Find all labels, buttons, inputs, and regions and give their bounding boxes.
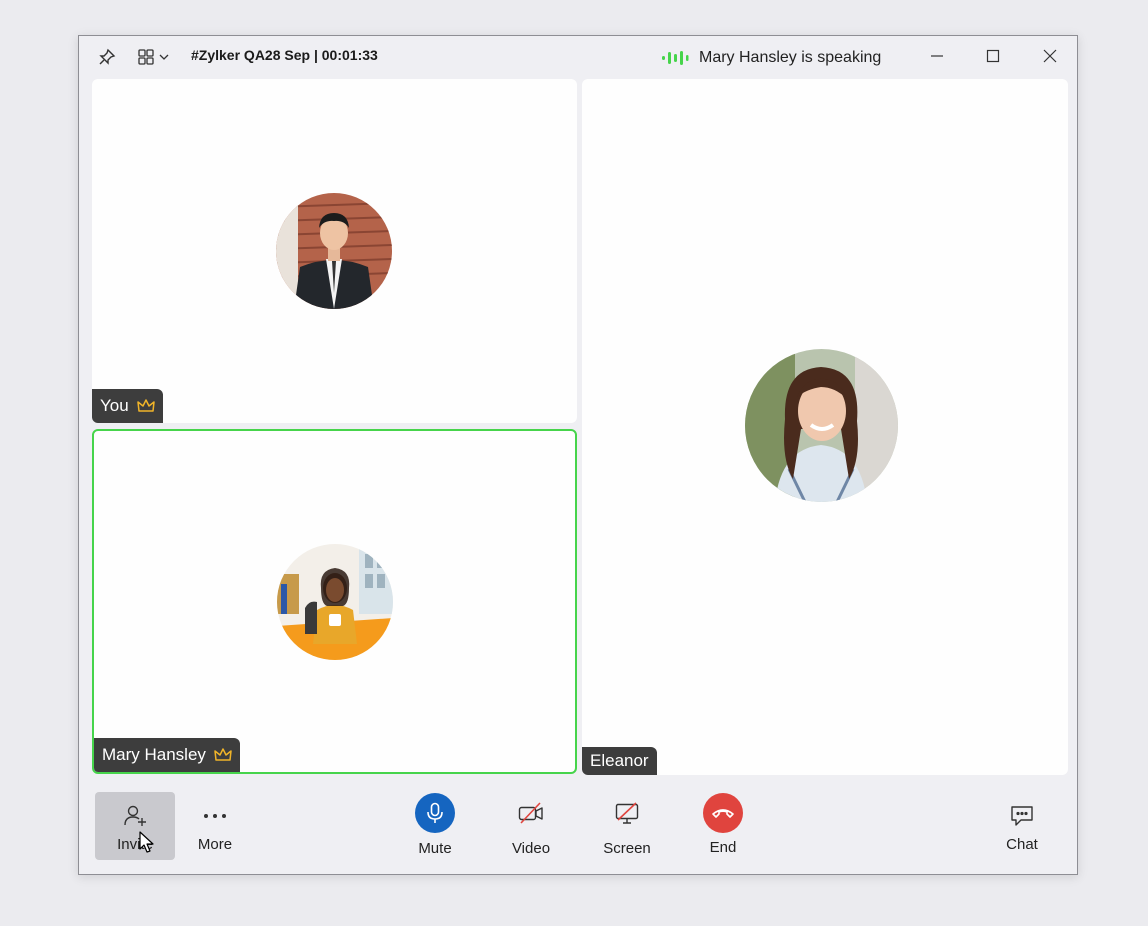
screen-label: Screen bbox=[603, 840, 651, 857]
mouse-cursor-icon bbox=[139, 831, 154, 853]
participant-name: You bbox=[100, 396, 129, 415]
video-label: Video bbox=[511, 840, 551, 857]
participant-tile-mary-hansley[interactable]: Mary Hansley bbox=[92, 429, 577, 774]
end-label: End bbox=[709, 839, 737, 856]
minimize-icon bbox=[931, 55, 943, 57]
maximize-button[interactable] bbox=[981, 44, 1005, 68]
mute-label: Mute bbox=[418, 840, 452, 857]
invite-button[interactable]: Invite bbox=[95, 792, 175, 860]
pin-icon[interactable] bbox=[95, 46, 119, 68]
layout-switcher[interactable] bbox=[135, 46, 175, 68]
screen-button[interactable]: Screen bbox=[597, 793, 657, 861]
chevron-down-icon bbox=[159, 54, 169, 60]
audio-wave-icon bbox=[662, 51, 689, 65]
crown-icon bbox=[214, 748, 232, 761]
crown-icon bbox=[136, 399, 155, 412]
chat-label: Chat bbox=[1006, 836, 1038, 853]
minimize-button[interactable] bbox=[925, 44, 949, 68]
video-off-icon bbox=[518, 802, 543, 824]
meeting-title: #Zylker QA28 Sep | 00:01:33 bbox=[191, 47, 378, 63]
participant-tile-you[interactable]: You bbox=[92, 79, 577, 423]
speaking-text: Mary Hansley is speaking bbox=[699, 49, 882, 66]
meeting-window: #Zylker QA28 Sep | 00:01:33 Mary Hansley… bbox=[78, 35, 1078, 875]
maximize-icon bbox=[986, 49, 1000, 63]
participant-name: Eleanor bbox=[590, 751, 649, 770]
participant-name: Mary Hansley bbox=[102, 745, 206, 764]
screen-share-off-icon bbox=[615, 802, 639, 824]
microphone-icon bbox=[427, 802, 443, 823]
end-circle bbox=[703, 793, 743, 833]
chat-icon bbox=[1011, 806, 1033, 826]
more-dots-icon bbox=[204, 814, 226, 818]
participant-tile-eleanor[interactable]: Eleanor bbox=[582, 79, 1068, 775]
more-button[interactable]: More bbox=[185, 796, 245, 860]
name-tag: Eleanor bbox=[582, 747, 657, 775]
chat-button[interactable]: Chat bbox=[992, 796, 1052, 860]
title-bar: #Zylker QA28 Sep | 00:01:33 Mary Hansley… bbox=[79, 36, 1077, 78]
grid-layout-icon bbox=[138, 49, 154, 65]
end-call-button[interactable]: End bbox=[693, 793, 753, 861]
avatar bbox=[277, 544, 393, 660]
speaking-indicator: Mary Hansley is speaking bbox=[661, 49, 881, 67]
avatar bbox=[745, 349, 898, 502]
avatar bbox=[276, 193, 392, 309]
video-button[interactable]: Video bbox=[501, 793, 561, 861]
add-user-icon bbox=[124, 805, 146, 826]
close-button[interactable] bbox=[1038, 44, 1062, 68]
more-label: More bbox=[197, 836, 233, 853]
hang-up-icon bbox=[712, 809, 734, 818]
close-icon bbox=[1043, 49, 1057, 63]
mute-circle bbox=[415, 793, 455, 833]
name-tag: Mary Hansley bbox=[94, 738, 240, 772]
name-tag: You bbox=[92, 389, 163, 423]
mute-button[interactable]: Mute bbox=[405, 793, 465, 861]
